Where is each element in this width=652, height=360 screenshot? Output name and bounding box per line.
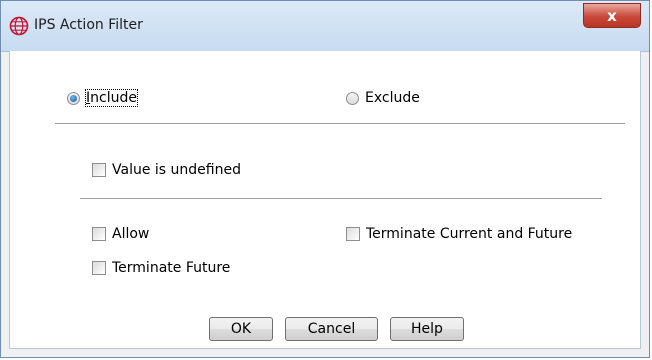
- value-undefined-checkbox[interactable]: [92, 163, 106, 177]
- terminate-current-future-label: Terminate Current and Future: [366, 226, 573, 242]
- allow-option[interactable]: Allow: [92, 226, 149, 242]
- ok-button[interactable]: OK: [209, 317, 273, 341]
- help-button[interactable]: Help: [390, 317, 464, 341]
- value-undefined-label: Value is undefined: [112, 162, 241, 178]
- allow-label: Allow: [112, 226, 150, 242]
- exclude-radio[interactable]: [346, 91, 359, 105]
- terminate-future-checkbox[interactable]: [92, 261, 106, 275]
- include-label: Include: [85, 89, 138, 107]
- filter-globe-icon: [9, 16, 29, 36]
- terminate-future-option[interactable]: Terminate Future: [92, 260, 230, 276]
- exclude-option[interactable]: Exclude: [346, 90, 420, 106]
- allow-checkbox[interactable]: [92, 227, 106, 241]
- close-button[interactable]: x: [583, 3, 641, 28]
- window-title: IPS Action Filter: [34, 17, 143, 33]
- terminate-current-future-option[interactable]: Terminate Current and Future: [346, 226, 572, 242]
- include-option[interactable]: Include: [67, 89, 138, 107]
- dialog-content: Include Exclude Value is undefined Allow…: [9, 51, 641, 349]
- exclude-label: Exclude: [365, 90, 420, 106]
- close-icon: x: [607, 6, 617, 25]
- separator-middle: [80, 198, 602, 199]
- terminate-current-future-checkbox[interactable]: [346, 227, 360, 241]
- include-radio[interactable]: [67, 91, 80, 105]
- separator-top: [55, 123, 625, 124]
- value-undefined-option[interactable]: Value is undefined: [92, 162, 241, 178]
- cancel-button[interactable]: Cancel: [285, 317, 378, 341]
- terminate-future-label: Terminate Future: [112, 260, 231, 276]
- dialog-window: IPS Action Filter x Include Exclude Valu…: [0, 0, 650, 358]
- title-bar[interactable]: IPS Action Filter x: [1, 1, 649, 52]
